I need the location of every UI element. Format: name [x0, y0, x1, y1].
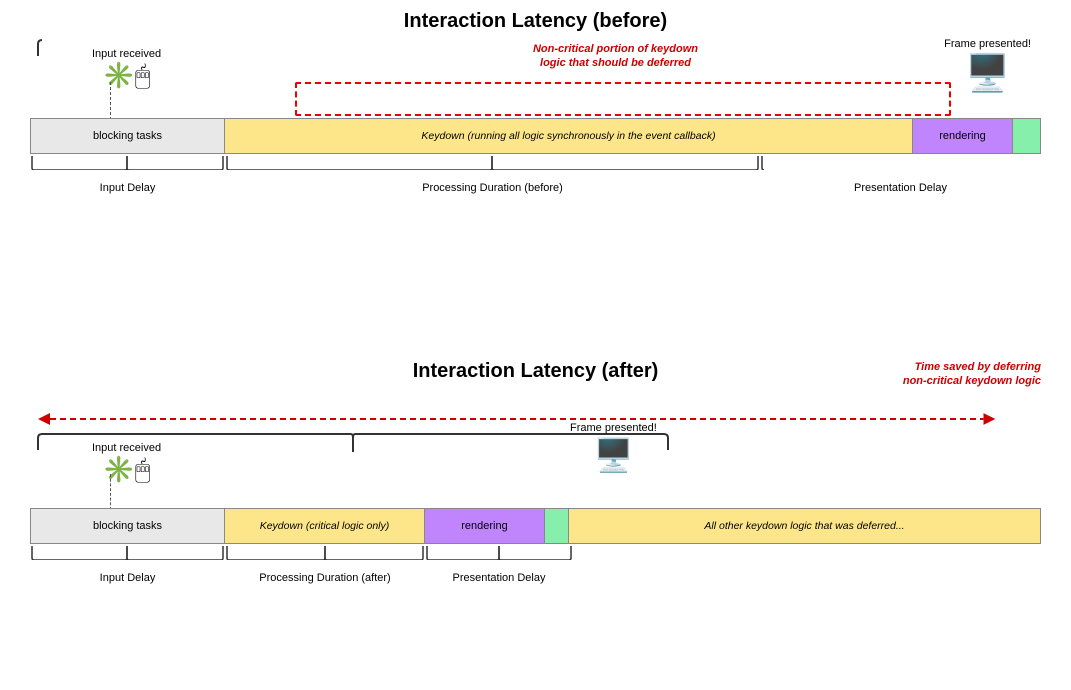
bottom-green-bar	[545, 508, 569, 544]
burst-cursor-top: ✳️🖱	[92, 62, 161, 88]
top-input-received: Input received ✳️🖱	[92, 48, 161, 88]
bottom-blocking-bar: blocking tasks	[30, 508, 225, 544]
top-frame-presented: Frame presented! 🖥️	[944, 38, 1031, 94]
top-dotted-line	[110, 82, 111, 120]
input-delay-brace-top: Input Delay	[30, 154, 225, 192]
main-container: Interaction Latency (before) Input recei…	[0, 0, 1071, 690]
bottom-monitor-icon: 🖥️	[570, 436, 657, 474]
top-bottom-labels: Input Delay Processing Duration (before)…	[30, 154, 1041, 194]
bottom-bottom-labels: Input Delay Processing Duration (after) …	[30, 544, 1041, 584]
presentation-brace-top: Presentation Delay	[760, 154, 1041, 192]
processing-brace-top: Processing Duration (before)	[225, 154, 760, 192]
input-delay-brace-bottom: Input Delay	[30, 544, 225, 582]
bottom-deferred-bar: All other keydown logic that was deferre…	[569, 508, 1041, 544]
bottom-title: Interaction Latency (after)	[30, 360, 1041, 383]
presentation-brace-bottom: Presentation Delay	[425, 544, 573, 582]
bottom-diagram: Interaction Latency (after) Time saved b…	[30, 360, 1041, 680]
red-dashed-arrow-row	[40, 412, 1033, 426]
bottom-frame-presented: Frame presented! 🖥️	[570, 422, 657, 474]
top-keydown-bar: Keydown (running all logic synchronously…	[225, 118, 913, 154]
top-rendering-bar: rendering	[913, 118, 1013, 154]
top-red-annotation: Non-critical portion of keydown logic th…	[350, 42, 881, 71]
burst-cursor-bottom: ✳️🖱	[92, 456, 161, 482]
bottom-keydown-bar: Keydown (critical logic only)	[225, 508, 425, 544]
time-saved-annotation: Time saved by deferring non-critical key…	[903, 360, 1041, 389]
top-blocking-bar: blocking tasks	[30, 118, 225, 154]
bottom-bars-row: blocking tasks Keydown (critical logic o…	[30, 508, 1041, 544]
processing-brace-bottom: Processing Duration (after)	[225, 544, 425, 582]
top-red-dashed-box	[295, 82, 951, 116]
bottom-rendering-bar: rendering	[425, 508, 545, 544]
top-monitor-icon: 🖥️	[944, 52, 1031, 94]
top-diagram: Interaction Latency (before) Input recei…	[30, 10, 1041, 320]
top-title: Interaction Latency (before)	[30, 10, 1041, 33]
top-bars-row: blocking tasks Keydown (running all logi…	[30, 118, 1041, 154]
bottom-dotted-line	[110, 474, 111, 510]
bottom-input-received: Input received ✳️🖱	[92, 442, 161, 482]
top-green-bar	[1013, 118, 1041, 154]
